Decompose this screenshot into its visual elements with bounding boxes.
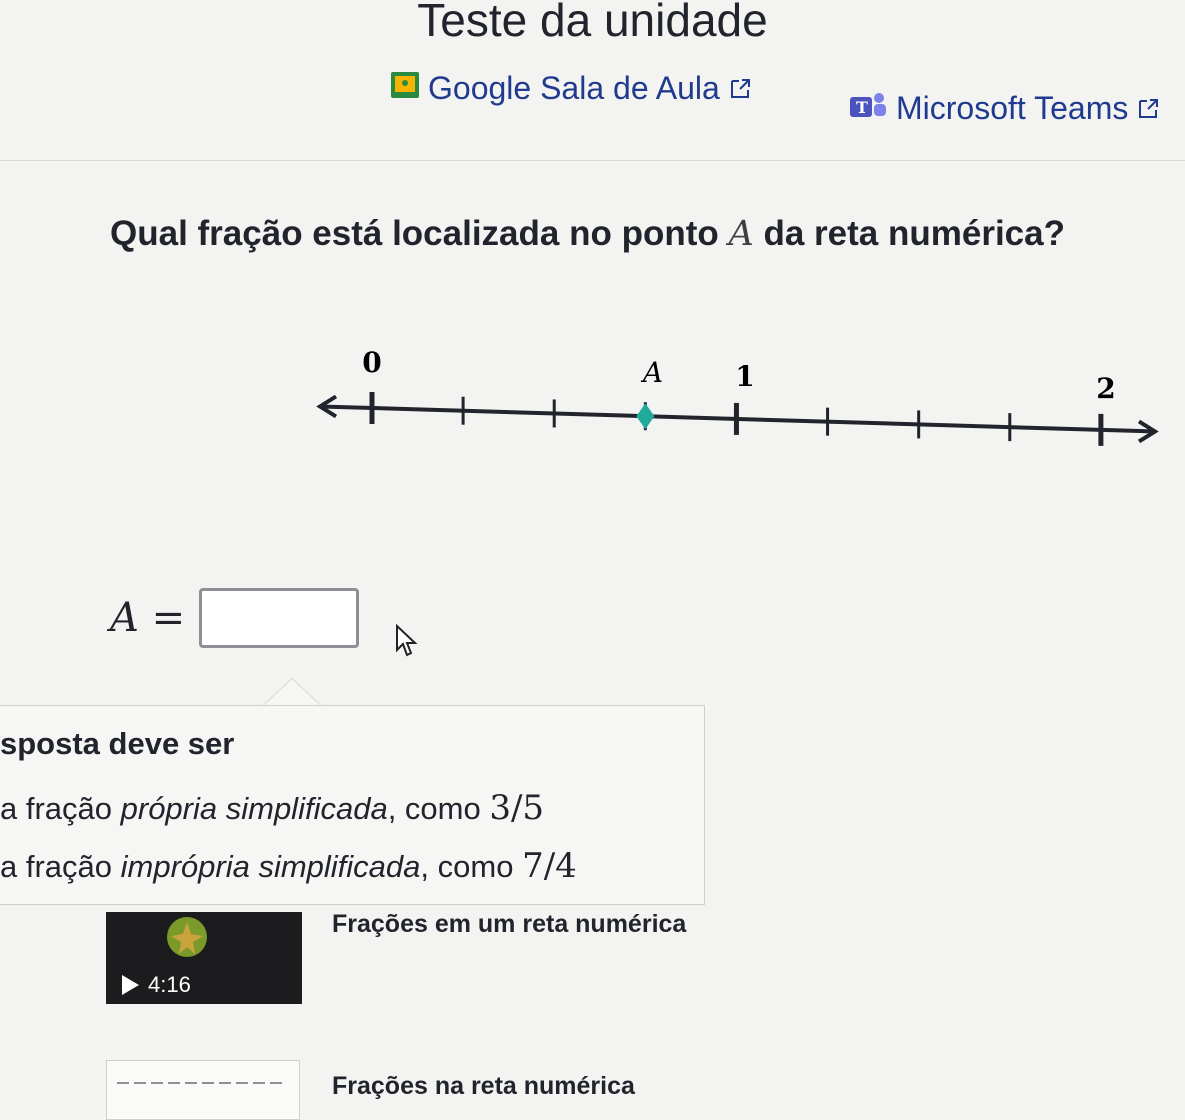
article-thumbnail-graphic — [117, 1082, 287, 1084]
hint-item-example: 3/5 — [489, 788, 545, 828]
number-line-label-0: 0 — [362, 346, 381, 379]
hint-item-style: própria simplificada — [120, 791, 388, 826]
hint-heading: sposta deve ser — [0, 726, 235, 761]
point-a-marker — [636, 403, 655, 430]
hint-item-style: imprópria simplificada — [120, 849, 421, 884]
microsoft-teams-label: Microsoft Teams — [896, 90, 1129, 126]
question-text: Qual fração está localizada no ponto A d… — [110, 214, 1065, 254]
hint-item-example: 7/4 — [522, 846, 577, 886]
answer-label: A = — [110, 595, 186, 641]
video-title-link[interactable]: Frações em um reta numérica — [332, 910, 686, 939]
khan-academy-logo-icon — [167, 917, 207, 957]
google-classroom-link[interactable]: Google Sala de Aula — [390, 70, 752, 107]
answer-format-hint: sposta deve ser a fração própria simplif… — [0, 705, 705, 905]
external-link-icon — [1139, 98, 1159, 118]
google-classroom-label: Google Sala de Aula — [428, 70, 720, 106]
question-variable: A — [728, 214, 754, 254]
number-line-label-2: 2 — [1096, 372, 1115, 405]
hint-pointer — [262, 678, 322, 706]
article-thumbnail[interactable] — [106, 1060, 300, 1120]
question-text-before: Qual fração está localizada no ponto — [110, 214, 729, 253]
video-duration-text: 4:16 — [148, 972, 191, 997]
hint-item-suffix: , como — [420, 849, 523, 884]
play-icon — [122, 975, 139, 995]
hint-item-suffix: , como — [387, 791, 490, 826]
microsoft-teams-link[interactable]: T Microsoft Teams — [848, 90, 1160, 127]
answer-input[interactable] — [199, 588, 360, 648]
number-line-label-a: A — [640, 356, 663, 389]
svg-text:T: T — [856, 98, 868, 117]
google-classroom-icon — [390, 70, 420, 107]
hint-item-prefix: a fração — [0, 849, 121, 884]
hint-item-improper: a fração imprópria simplificada, como 7/… — [0, 846, 577, 886]
answer-row: A = — [110, 588, 360, 648]
hint-item-proper: a fração própria simplificada, como 3/5 — [0, 788, 544, 828]
video-duration: 4:16 — [120, 972, 191, 998]
microsoft-teams-icon: T — [848, 90, 888, 127]
question-text-after: da reta numérica? — [753, 214, 1065, 253]
hint-item-prefix: a fração — [0, 791, 121, 826]
number-line: 0 A 1 2 — [316, 346, 1159, 446]
page-title: Teste da unidade — [417, 0, 768, 46]
external-link-icon — [730, 78, 750, 98]
video-thumbnail[interactable]: 4:16 — [106, 912, 302, 1004]
header-divider — [0, 160, 1185, 161]
number-line-label-1: 1 — [735, 360, 754, 393]
article-title-link[interactable]: Frações na reta numérica — [332, 1072, 635, 1101]
mouse-pointer-icon — [396, 624, 418, 657]
